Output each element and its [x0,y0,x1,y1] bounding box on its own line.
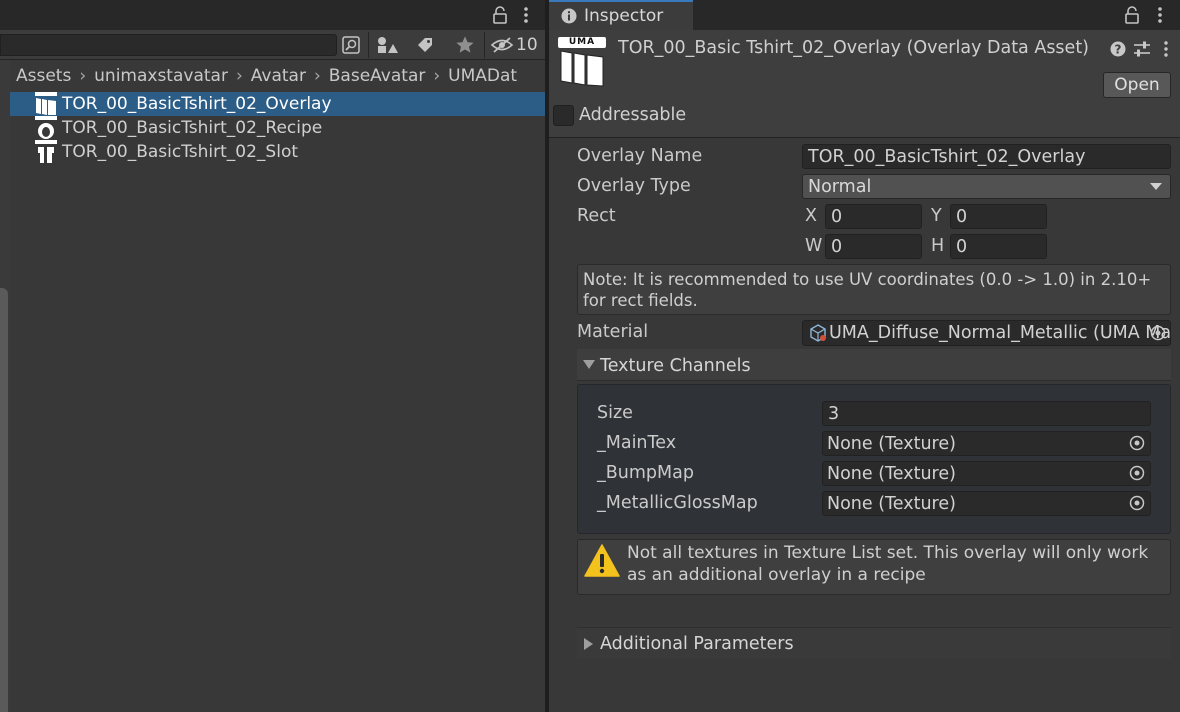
uma-logo-text: UMA [558,37,606,48]
kebab-menu-icon[interactable] [1153,5,1167,25]
chevron-right-icon: › [235,65,243,86]
foldout-expanded-icon [583,360,595,369]
foldout-collapsed-icon [584,638,593,650]
rect-w-field[interactable]: 0 [825,234,922,259]
svg-text:?: ? [1115,43,1122,57]
breadcrumb-item[interactable]: unimaxstavatar [94,66,228,86]
preset-sliders-icon[interactable] [1133,40,1151,58]
help-icon[interactable]: ? [1110,41,1126,57]
breadcrumb-item[interactable]: BaseAvatar [329,66,426,86]
chevron-right-icon: › [313,65,321,86]
breadcrumb-item[interactable]: Avatar [251,66,306,86]
filter-type-icon [378,37,398,53]
overlay-type-label: Overlay Type [577,176,691,196]
overlay-type-dropdown[interactable]: Normal [802,174,1171,199]
label-tag-icon [418,38,432,52]
uma-overlay-icon [35,92,57,115]
lock-icon[interactable] [1123,5,1141,25]
file-name: TOR_00_BasicTshirt_02_Overlay [62,94,332,114]
filter-by-type-button[interactable] [372,33,402,57]
material-label: Material [577,322,649,342]
addressable-checkbox[interactable] [553,105,574,126]
folder-tree-scrollbar[interactable] [0,288,8,712]
rect-y-field[interactable]: 0 [950,204,1047,229]
info-icon [561,8,577,24]
toolbar-separator [484,32,485,58]
warning-text: Not all textures in Texture List set. Th… [627,543,1149,585]
overlay-name-label: Overlay Name [577,146,703,166]
tab-inspector[interactable]: Inspector [549,0,693,30]
rect-x-label: X [805,206,817,226]
channel-label-maintex: _MainTex [597,433,677,453]
material-picker-button[interactable] [1145,322,1171,344]
overlay-name-field[interactable]: TOR_00_BasicTshirt_02_Overlay [802,144,1171,169]
rect-h-field[interactable]: 0 [950,234,1047,259]
addressable-label: Addressable [579,105,687,125]
asset-title: TOR_00_Basic Tshirt_02_Overlay (Overlay … [618,38,1090,58]
hidden-count: 10 [516,35,538,55]
uma-slot-icon [35,140,57,163]
channel-label-bumpmap: _BumpMap [597,463,694,483]
project-tab-bar [0,0,547,30]
file-row-slot[interactable]: TOR_00_BasicTshirt_02_Slot [10,140,545,164]
chevron-right-icon: › [79,65,87,86]
material-value: UMA_Diffuse_Normal_Metallic (UMA Materia… [829,323,1170,343]
channel-label-metallicglossmap: _MetallicGlossMap [597,493,758,513]
hidden-packages-toggle[interactable]: 10 [490,33,542,57]
maintex-picker-button[interactable] [1124,432,1150,454]
size-field[interactable]: 3 [822,401,1151,426]
channel-field-metallicglossmap[interactable]: None (Texture) [822,491,1151,516]
tab-label: Inspector [584,6,664,26]
object-picker-icon [1129,465,1145,481]
favorites-button[interactable] [450,33,480,57]
breadcrumb-item[interactable]: Assets [16,66,71,86]
file-row-recipe[interactable]: TOR_00_BasicTshirt_02_Recipe [10,116,545,140]
filter-by-label-button[interactable] [410,33,440,57]
additional-parameters-label: Additional Parameters [600,634,794,654]
kebab-menu-icon[interactable] [519,5,533,25]
search-by-type-button[interactable] [336,33,366,57]
size-label: Size [597,403,633,423]
file-name: TOR_00_BasicTshirt_02_Slot [62,142,299,162]
rect-h-label: H [931,236,945,256]
rect-y-label: Y [931,206,942,226]
overlay-type-value: Normal [808,176,872,197]
rect-w-label: W [805,236,823,256]
object-picker-icon [1129,435,1145,451]
uma-logo-icon: UMA [558,37,608,87]
lock-icon[interactable] [491,5,509,25]
uma-recipe-icon [35,116,57,139]
bumpmap-picker-button[interactable] [1124,462,1150,484]
overlay-stack-icon [560,50,604,87]
rect-label: Rect [577,206,616,226]
open-button[interactable]: Open [1103,72,1171,98]
warning-icon [584,544,620,577]
star-icon [456,36,474,53]
breadcrumb-item[interactable]: UMADat [448,66,517,86]
channel-field-bumpmap[interactable]: None (Texture) [822,461,1151,486]
channel-field-maintex[interactable]: None (Texture) [822,431,1151,456]
object-picker-icon [1129,495,1145,511]
material-icon [810,324,826,342]
rect-note-helpbox: Note: It is recommended to use UV coordi… [577,264,1171,315]
breadcrumb: Assets › unimaxstavatar › Avatar › BaseA… [10,60,547,91]
chevron-down-icon [1150,183,1162,190]
eye-slash-icon [490,37,514,53]
texture-channels-label: Texture Channels [600,356,751,376]
rect-x-field[interactable]: 0 [825,204,922,229]
file-row-overlay[interactable]: TOR_00_BasicTshirt_02_Overlay [10,92,545,116]
chevron-right-icon: › [433,65,441,86]
material-object-field[interactable]: UMA_Diffuse_Normal_Metallic (UMA Materia… [802,320,1171,346]
kebab-menu-icon[interactable] [1159,40,1173,58]
file-name: TOR_00_BasicTshirt_02_Recipe [62,118,323,138]
search-input[interactable] [0,34,337,56]
search-type-icon [342,36,360,54]
metallicglossmap-picker-button[interactable] [1124,492,1150,514]
object-picker-icon [1150,325,1166,341]
toolbar-separator [368,32,369,58]
